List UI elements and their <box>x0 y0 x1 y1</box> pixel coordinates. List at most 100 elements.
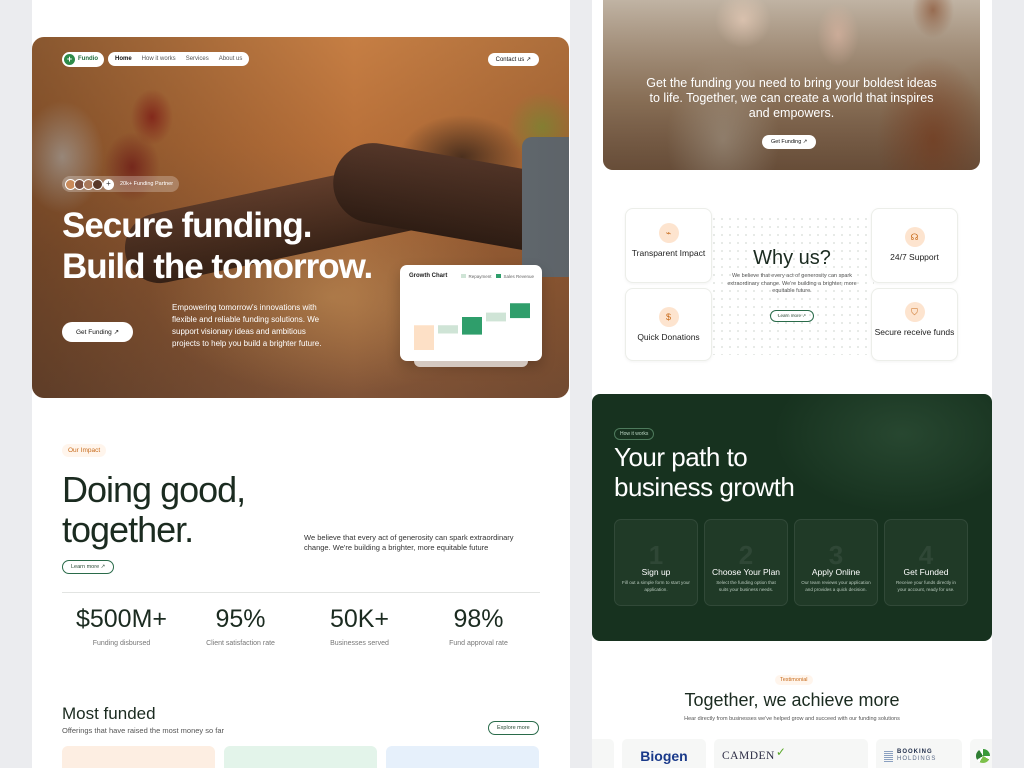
sunburst-logo-icon <box>976 749 990 763</box>
stat-value: 95% <box>215 605 266 633</box>
step-description: Select the funding option that suits you… <box>716 580 776 592</box>
divider <box>62 592 540 593</box>
logo-tile <box>592 739 614 768</box>
chart-bar <box>486 312 506 322</box>
stat-satisfaction: 95% Client satisfaction rate <box>181 605 300 647</box>
why-card-support[interactable]: ☊ 24/7 Support <box>871 208 958 283</box>
why-learn-more-button[interactable]: Learn more ↗ <box>770 310 815 322</box>
chart-bar <box>510 303 530 319</box>
step-card-sign-up[interactable]: 1 Sign up Fill out a simple form to star… <box>614 519 698 606</box>
stat-funding: $500M+ Funding disbursed <box>62 605 181 647</box>
impact-title: Doing good, together. <box>62 469 246 550</box>
nav-link-how-it-works[interactable]: How it works <box>137 54 181 64</box>
step-card-apply-online[interactable]: 3 Apply Online Our team reviews your app… <box>794 519 878 606</box>
testimonial-subtitle: Hear directly from businesses we've help… <box>684 716 900 722</box>
logo-biogen: Biogen <box>622 739 706 768</box>
how-it-works-tag: How it works <box>614 428 655 440</box>
why-card-transparent-impact[interactable]: ⌁ Transparent Impact <box>625 208 712 283</box>
contact-button[interactable]: Contact us ↗ <box>487 52 539 66</box>
step-card-choose-plan[interactable]: 2 Choose Your Plan Select the funding op… <box>704 519 788 606</box>
why-card-quick-donations[interactable]: $ Quick Donations <box>625 288 712 361</box>
how-it-works-title: Your path to business growth <box>614 442 795 502</box>
step-description: Receive your funds directly in your acco… <box>895 580 956 592</box>
booking-logo-text: BOOKING HOLDINGS <box>897 749 937 762</box>
offering-card[interactable] <box>62 746 215 768</box>
step-title: Choose Your Plan <box>711 567 781 577</box>
hero-title: Secure funding. Build the tomorrow. <box>62 206 373 286</box>
nav-links: Home How it works Services About us <box>108 52 250 66</box>
why-card-secure-funds[interactable]: ⛉ Secure receive funds <box>871 288 958 361</box>
nav-link-about[interactable]: About us <box>214 54 248 64</box>
testimonial-title: Together, we achieve more <box>684 690 900 710</box>
most-funded-subtitle: Offerings that have raised the most mone… <box>62 726 225 735</box>
nav-link-home[interactable]: Home <box>110 54 137 64</box>
top-nav: + Fundio Home How it works Services Abou… <box>62 51 539 67</box>
stat-value: 50K+ <box>329 605 390 633</box>
offering-card[interactable] <box>224 746 377 768</box>
step-description: Our team reviews your application and pr… <box>801 580 871 592</box>
brand-logo[interactable]: + Fundio <box>62 51 104 67</box>
stat-value: $500M+ <box>75 605 168 633</box>
chart-bar <box>414 325 434 350</box>
offering-card[interactable] <box>386 746 539 768</box>
left-page-panel: + Fundio Home How it works Services Abou… <box>32 0 570 768</box>
biogen-logo-text: Biogen <box>640 748 688 764</box>
logo-camden: CAMDEN ✓ <box>714 739 868 768</box>
why-card-label: Transparent Impact <box>631 248 706 258</box>
nav-link-services[interactable]: Services <box>181 54 214 64</box>
plus-logo-icon: + <box>64 53 75 65</box>
shield-icon: ⛉ <box>904 302 925 322</box>
chart-bar <box>438 325 458 334</box>
stat-businesses: 50K+ Businesses served <box>300 605 419 647</box>
hero-description: Empowering tomorrow's innovations with f… <box>172 303 322 348</box>
right-hero-text: Get the funding you need to bring your b… <box>646 76 937 120</box>
learn-more-button[interactable]: Learn more ↗ <box>62 560 115 574</box>
stat-label: Client satisfaction rate <box>206 640 275 647</box>
chart-title: Growth Chart <box>409 273 448 279</box>
why-card-label: Quick Donations <box>637 332 700 342</box>
why-card-label: 24/7 Support <box>890 252 939 262</box>
chart-icon: ⌁ <box>658 223 679 243</box>
impact-description: We believe that every act of generosity … <box>304 533 514 552</box>
testimonial-tag: Testimonial <box>775 675 813 685</box>
impact-tag: Our Impact <box>62 444 107 457</box>
partners-label: 20k+ Funding Partner <box>120 181 174 187</box>
hero-section: + Fundio Home How it works Services Abou… <box>32 37 569 398</box>
stat-approval: 98% Fund approval rate <box>419 605 538 647</box>
step-title: Apply Online <box>811 567 861 577</box>
headset-icon: ☊ <box>904 227 925 247</box>
stat-label: Fund approval rate <box>449 640 508 647</box>
most-funded-title: Most funded <box>62 704 156 723</box>
chart-legend: Repayment Sales Revenue <box>461 274 534 279</box>
how-it-works-section: How it works Your path to business growt… <box>592 394 992 641</box>
get-funding-button[interactable]: Get Funding ↗ <box>62 322 134 342</box>
camden-logo-text: CAMDEN <box>722 750 775 762</box>
partner-logos-row: Biogen CAMDEN ✓ BOOKING HOLDINGS <box>592 739 992 768</box>
right-hero-image: Get the funding you need to bring your b… <box>603 0 980 170</box>
step-card-get-funded[interactable]: 4 Get Funded Receive your funds directly… <box>884 519 968 606</box>
why-card-label: Secure receive funds <box>874 327 955 337</box>
brand-name: Fundio <box>78 56 98 62</box>
building-icon <box>884 750 893 762</box>
leaf-icon: ✓ <box>775 745 786 759</box>
logo-tile <box>970 739 992 768</box>
legend-sales-revenue: Sales Revenue <box>496 274 534 279</box>
logo-booking: BOOKING HOLDINGS <box>876 739 962 768</box>
stat-label: Businesses served <box>330 640 389 647</box>
why-us-description: We believe that every act of generosity … <box>727 273 857 294</box>
stat-value: 98% <box>453 605 504 633</box>
get-funding-button-secondary[interactable]: Get Funding ↗ <box>762 135 817 149</box>
avatar <box>92 178 103 190</box>
chart-bar <box>462 317 482 335</box>
explore-more-button[interactable]: Explore more <box>488 721 539 735</box>
step-description: Fill out a simple form to start your app… <box>622 580 690 592</box>
growth-chart-plot <box>414 303 530 350</box>
partners-badge: + 20k+ Funding Partner <box>62 176 180 192</box>
stat-label: Funding disbursed <box>92 640 151 647</box>
legend-repayment: Repayment <box>461 274 491 279</box>
growth-chart-card: Growth Chart Repayment Sales Revenue <box>400 265 542 367</box>
stats-row: $500M+ Funding disbursed 95% Client sati… <box>62 605 538 647</box>
why-us-title: Why us? <box>753 247 831 269</box>
step-title: Get Funded <box>903 567 949 577</box>
coin-icon: $ <box>658 307 679 327</box>
